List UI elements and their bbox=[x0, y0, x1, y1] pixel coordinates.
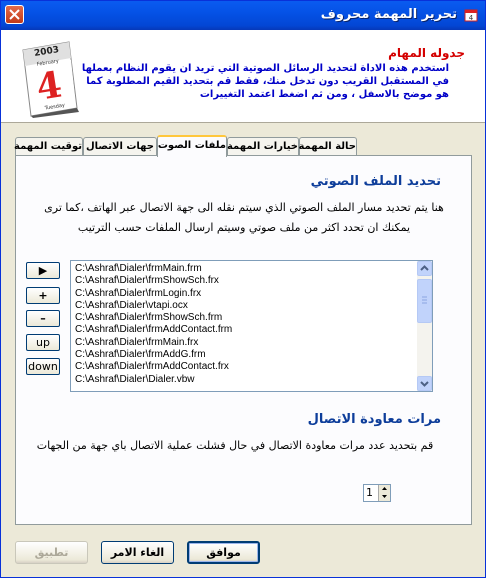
list-item[interactable]: C:\Ashraf\Dialer\frmLogin.frx bbox=[71, 288, 432, 300]
add-file-button[interactable]: + bbox=[26, 287, 60, 304]
sound-file-description: هنا يتم تحديد مسار الملف الصوتي الذي سيت… bbox=[44, 201, 444, 234]
window-title: تحرير المهمة محروف bbox=[320, 7, 457, 22]
sound-file-section-title: تحديد الملف الصوتي bbox=[310, 174, 441, 189]
ok-button[interactable]: موافق bbox=[187, 541, 260, 564]
list-item[interactable]: C:\Ashraf\Dialer\Dialer.vbw bbox=[71, 374, 432, 386]
scroll-up-button[interactable] bbox=[417, 261, 432, 276]
chevron-down-icon bbox=[420, 381, 429, 387]
tab-task-timing[interactable]: توقيت المهمة bbox=[14, 137, 83, 155]
scroll-down-button[interactable] bbox=[417, 376, 432, 391]
task-edit-window: تحرير المهمة محروف 4 2003 February 4 Tue… bbox=[0, 0, 486, 578]
chevron-up-icon bbox=[420, 265, 429, 271]
tab-task-status[interactable]: حالة المهمة bbox=[298, 137, 357, 155]
apply-button[interactable]: تطبيق bbox=[15, 541, 88, 564]
list-item[interactable]: C:\Ashraf\Dialer\frmShowSch.frx bbox=[71, 275, 432, 287]
chevron-down-icon bbox=[382, 495, 387, 498]
close-button[interactable] bbox=[5, 5, 24, 24]
list-item[interactable]: C:\Ashraf\Dialer\vtapi.ocx bbox=[71, 300, 432, 312]
list-item[interactable]: C:\Ashraf\Dialer\frmAddContact.frm bbox=[71, 324, 432, 336]
scroll-thumb[interactable] bbox=[417, 279, 432, 323]
sound-files-panel: تحديد الملف الصوتي هنا يتم تحديد مسار ال… bbox=[15, 155, 472, 525]
list-item[interactable]: C:\Ashraf\Dialer\frmShowSch.frm bbox=[71, 312, 432, 324]
retry-count-spinner[interactable]: 1 bbox=[363, 484, 391, 502]
remove-file-button[interactable]: – bbox=[26, 310, 60, 327]
retry-description: قم بتحديد عدد مرات معاودة الاتصال في حال… bbox=[36, 439, 434, 452]
header-description: استخدم هذه الاداة لتحديد الرسائل الصوتية… bbox=[81, 63, 449, 100]
header-banner: 2003 February 4 Tuesday جدوله المهام است… bbox=[1, 30, 485, 123]
sound-file-list[interactable]: C:\Ashraf\Dialer\frmMain.frm C:\Ashraf\D… bbox=[70, 260, 433, 392]
tab-strip: توقيت المهمة جهات الاتصال ملفات الصوت خي… bbox=[14, 135, 475, 157]
move-up-button[interactable]: up bbox=[26, 334, 60, 351]
retry-section-title: مرات معاودة الاتصال bbox=[307, 412, 441, 427]
grip-icon bbox=[422, 296, 427, 304]
list-item[interactable]: C:\Ashraf\Dialer\frmMain.frm bbox=[71, 263, 432, 275]
play-button[interactable]: ▶ bbox=[26, 262, 60, 279]
svg-text:4: 4 bbox=[469, 14, 474, 22]
calendar-icon: 2003 February 4 Tuesday bbox=[22, 41, 79, 118]
spin-up-button[interactable] bbox=[378, 485, 390, 493]
tab-sound-files[interactable]: ملفات الصوت bbox=[157, 135, 227, 157]
header-title: جدوله المهام bbox=[388, 46, 465, 60]
list-scrollbar[interactable] bbox=[417, 261, 432, 391]
chevron-up-icon bbox=[382, 487, 387, 490]
move-down-button[interactable]: down bbox=[26, 358, 60, 375]
title-bar[interactable]: تحرير المهمة محروف 4 bbox=[1, 1, 485, 30]
close-icon bbox=[9, 9, 20, 20]
list-item[interactable]: C:\Ashraf\Dialer\frmMain.frx bbox=[71, 337, 432, 349]
list-item[interactable]: C:\Ashraf\Dialer\frmAddG.frm bbox=[71, 349, 432, 361]
tab-contacts[interactable]: جهات الاتصال bbox=[83, 137, 157, 155]
app-icon: 4 bbox=[464, 9, 478, 22]
spin-down-button[interactable] bbox=[378, 493, 390, 501]
retry-count-value: 1 bbox=[366, 486, 373, 499]
tab-task-options[interactable]: خيارات المهمة bbox=[227, 137, 299, 155]
cancel-button[interactable]: الغاء الامر bbox=[101, 541, 174, 564]
list-item[interactable]: C:\Ashraf\Dialer\frmAddContact.frx bbox=[71, 361, 432, 373]
